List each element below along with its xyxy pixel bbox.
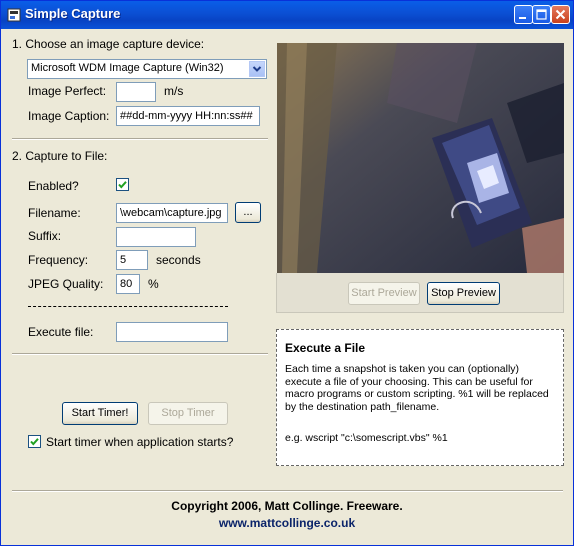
footer-separator bbox=[12, 490, 563, 492]
copyright-text: Copyright 2006, Matt Collinge. Freeware. bbox=[171, 499, 403, 513]
info-title: Execute a File bbox=[285, 341, 366, 355]
camera-preview bbox=[277, 43, 564, 273]
frequency-unit: seconds bbox=[156, 253, 201, 267]
execute-info-box: Execute a File Each time a snapshot is t… bbox=[276, 329, 564, 466]
browse-button[interactable]: ... bbox=[235, 202, 261, 223]
dashed-divider bbox=[28, 306, 228, 307]
info-example: e.g. wscript "c:\somescript.vbs" %1 bbox=[285, 432, 448, 444]
capture-section-heading: 2. Capture to File: bbox=[12, 149, 108, 163]
frequency-label: Frequency: bbox=[28, 253, 89, 267]
stop-preview-button[interactable]: Stop Preview bbox=[427, 282, 500, 305]
maximize-icon bbox=[536, 9, 547, 20]
maximize-button[interactable] bbox=[532, 5, 551, 24]
image-perfect-input[interactable] bbox=[116, 82, 156, 102]
app-window: Simple Capture 1. Choose an image captur… bbox=[0, 0, 574, 546]
website-link[interactable]: www.mattcollinge.co.uk bbox=[1, 516, 573, 530]
execute-file-input[interactable] bbox=[116, 322, 228, 342]
close-button[interactable] bbox=[551, 5, 570, 24]
minimize-button[interactable] bbox=[514, 5, 533, 24]
jpeg-quality-input[interactable]: 80 bbox=[116, 274, 140, 294]
image-caption-label: Image Caption: bbox=[28, 109, 110, 123]
dropdown-arrow[interactable] bbox=[249, 61, 265, 77]
start-timer-button[interactable]: Start Timer! bbox=[62, 402, 138, 425]
close-icon bbox=[555, 9, 566, 20]
enabled-label: Enabled? bbox=[28, 179, 79, 193]
autostart-label: Start timer when application starts? bbox=[46, 435, 234, 449]
window-title: Simple Capture bbox=[25, 6, 121, 21]
section-separator bbox=[12, 353, 268, 355]
image-perfect-unit: m/s bbox=[164, 84, 184, 98]
jpeg-quality-unit: % bbox=[148, 277, 159, 291]
image-caption-input[interactable]: ##dd-mm-yyyy HH:nn:ss## bbox=[116, 106, 260, 126]
execute-file-label: Execute file: bbox=[28, 325, 94, 339]
info-description: Each time a snapshot is taken you can (o… bbox=[285, 363, 549, 413]
filename-label: Filename: bbox=[28, 206, 81, 220]
app-icon bbox=[7, 8, 21, 22]
jpeg-quality-label: JPEG Quality: bbox=[28, 277, 104, 291]
device-select[interactable]: Microsoft WDM Image Capture (Win32) bbox=[27, 59, 267, 79]
title-bar[interactable]: Simple Capture bbox=[1, 1, 573, 29]
checkmark-icon bbox=[30, 438, 39, 446]
suffix-input[interactable] bbox=[116, 227, 196, 247]
filename-input[interactable]: \webcam\capture.jpg bbox=[116, 203, 228, 223]
chevron-down-icon bbox=[252, 66, 262, 72]
section-separator bbox=[12, 138, 268, 140]
enabled-checkbox[interactable] bbox=[116, 178, 129, 191]
device-section-heading: 1. Choose an image capture device: bbox=[12, 37, 205, 51]
image-perfect-label: Image Perfect: bbox=[28, 84, 107, 98]
camera-preview-image bbox=[277, 43, 564, 273]
minimize-icon bbox=[519, 17, 526, 19]
stop-timer-button[interactable]: Stop Timer bbox=[148, 402, 228, 425]
preview-controls: Start Preview Stop Preview bbox=[276, 273, 564, 313]
autostart-checkbox[interactable] bbox=[28, 435, 41, 448]
suffix-label: Suffix: bbox=[28, 229, 62, 243]
frequency-input[interactable]: 5 bbox=[116, 250, 148, 270]
start-preview-button[interactable]: Start Preview bbox=[348, 282, 420, 305]
checkmark-icon bbox=[118, 181, 127, 189]
device-select-value: Microsoft WDM Image Capture (Win32) bbox=[31, 62, 224, 74]
